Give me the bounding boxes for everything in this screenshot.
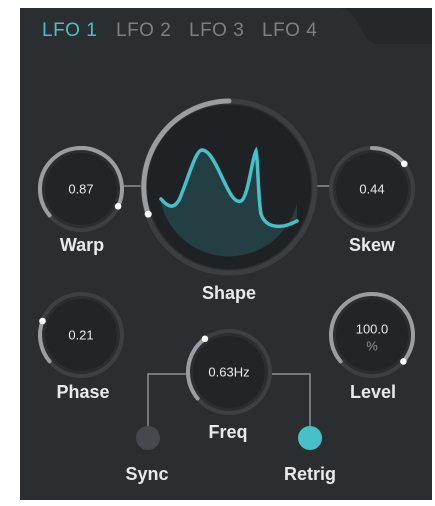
phase-label: Phase (56, 382, 110, 402)
shape-display[interactable] (140, 98, 318, 276)
retrig-toggle[interactable] (298, 426, 322, 450)
freq-retrig-connector (272, 373, 311, 432)
level-value: 100.0 (355, 321, 389, 337)
freq-sync-connector (147, 373, 188, 432)
level-label: Level (349, 382, 397, 402)
level-unit: % (366, 338, 378, 354)
shape-label: Shape (201, 283, 257, 303)
freq-label: Freq (208, 422, 248, 442)
sync-label: Sync (125, 464, 169, 484)
phase-value: 0.21 (68, 327, 94, 343)
skew-value: 0.44 (359, 181, 385, 197)
skew-label: Skew (348, 235, 396, 255)
warp-label: Warp (59, 235, 105, 255)
lfo-panel: LFO 1 LFO 2 LFO 3 LFO 4 0.87 0.44 0.21 1… (20, 8, 432, 500)
retrig-label: Retrig (283, 464, 337, 484)
shape-ring-dot (144, 210, 152, 218)
warp-value: 0.87 (68, 181, 94, 197)
freq-value: 0.63Hz (208, 364, 250, 380)
sync-toggle[interactable] (136, 426, 160, 450)
